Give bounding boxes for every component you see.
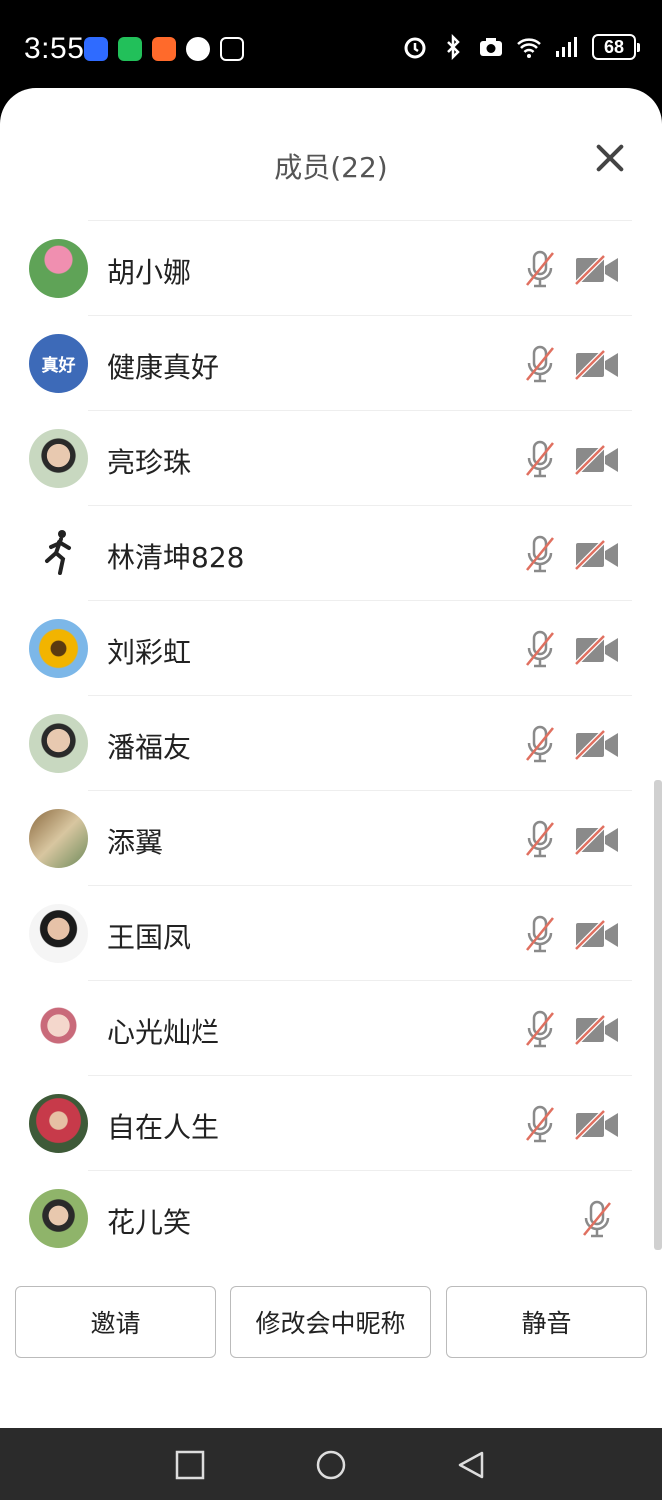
mic-muted-icon[interactable]	[523, 534, 557, 574]
scrollbar[interactable]	[654, 780, 662, 1250]
member-row[interactable]: 花儿笑	[0, 1171, 662, 1266]
nfc-icon	[220, 37, 244, 61]
member-name: 健康真好	[107, 351, 220, 384]
camera-off-icon[interactable]	[574, 729, 620, 761]
avatar	[29, 999, 88, 1058]
camera-off-icon[interactable]	[574, 254, 620, 286]
avatar	[29, 904, 88, 963]
battery-indicator: 68	[592, 34, 640, 60]
mic-muted-icon[interactable]	[580, 1199, 614, 1239]
member-row[interactable]: 潘福友	[0, 696, 662, 791]
home-button[interactable]	[316, 1450, 346, 1480]
rename-button[interactable]: 修改会中昵称	[230, 1286, 431, 1358]
avatar	[29, 429, 88, 488]
member-row[interactable]: 真好 健康真好	[0, 316, 662, 411]
recents-button[interactable]	[175, 1450, 205, 1480]
mic-muted-icon[interactable]	[523, 724, 557, 764]
camera-off-icon[interactable]	[574, 1109, 620, 1141]
signal-icon	[556, 37, 577, 57]
member-row[interactable]: 胡小娜	[0, 221, 662, 316]
camera-off-icon[interactable]	[574, 1014, 620, 1046]
member-row[interactable]: 亮珍珠	[0, 411, 662, 506]
members-sheet: 成员(22) 胡小娜 真好 健康真好 亮珍珠 林清坤828 刘彩虹 潘福友 添翼…	[0, 88, 662, 1428]
camera-off-icon[interactable]	[574, 539, 620, 571]
member-name: 心光灿烂	[107, 1016, 220, 1049]
qq-icon	[186, 37, 210, 61]
mic-muted-icon[interactable]	[523, 1009, 557, 1049]
member-row[interactable]: 林清坤828	[0, 506, 662, 601]
close-button[interactable]	[594, 142, 626, 174]
sheet-title: 成员(22)	[274, 151, 388, 184]
avatar	[29, 619, 88, 678]
member-name: 亮珍珠	[107, 446, 192, 479]
invite-button[interactable]: 邀请	[15, 1286, 216, 1358]
member-name: 刘彩虹	[107, 636, 192, 669]
camera-off-icon[interactable]	[574, 634, 620, 666]
member-name: 添翼	[107, 826, 164, 859]
mic-muted-icon[interactable]	[523, 914, 557, 954]
member-row[interactable]: 刘彩虹	[0, 601, 662, 696]
wifi-icon	[517, 38, 541, 58]
avatar	[29, 714, 88, 773]
mic-muted-icon[interactable]	[523, 439, 557, 479]
status-bar: 3:55 68	[0, 0, 662, 96]
member-name: 潘福友	[107, 731, 192, 764]
member-row[interactable]: 王国凤	[0, 886, 662, 981]
avatar	[29, 524, 88, 583]
notification-icons	[84, 37, 244, 61]
camera-off-icon[interactable]	[574, 349, 620, 381]
mic-muted-icon[interactable]	[523, 249, 557, 289]
member-name: 王国凤	[107, 921, 192, 954]
avatar	[29, 239, 88, 298]
back-button[interactable]	[456, 1450, 486, 1480]
avatar: 真好	[29, 334, 88, 393]
member-row[interactable]: 添翼	[0, 791, 662, 886]
avatar	[29, 1189, 88, 1248]
camera-off-icon[interactable]	[574, 824, 620, 856]
mute-button[interactable]: 静音	[446, 1286, 647, 1358]
camera-off-icon[interactable]	[574, 444, 620, 476]
system-status-icons: 68	[402, 34, 640, 60]
system-nav-bar	[0, 1428, 662, 1500]
member-name: 自在人生	[107, 1111, 220, 1144]
status-time: 3:55	[24, 32, 85, 65]
camera-off-icon[interactable]	[574, 919, 620, 951]
wechat-icon	[118, 37, 142, 61]
camera-icon	[480, 38, 502, 56]
alarm-icon	[404, 37, 426, 59]
member-name: 花儿笑	[107, 1206, 192, 1239]
mic-muted-icon[interactable]	[523, 344, 557, 384]
mic-muted-icon[interactable]	[523, 819, 557, 859]
member-name: 胡小娜	[107, 256, 192, 289]
mic-muted-icon[interactable]	[523, 1104, 557, 1144]
lark-icon	[84, 37, 108, 61]
bluetooth-icon	[447, 34, 460, 60]
mic-muted-icon[interactable]	[523, 629, 557, 669]
member-row[interactable]: 自在人生	[0, 1076, 662, 1171]
app-orange-icon	[152, 37, 176, 61]
member-row[interactable]: 心光灿烂	[0, 981, 662, 1076]
avatar	[29, 809, 88, 868]
member-list[interactable]: 胡小娜 真好 健康真好 亮珍珠 林清坤828 刘彩虹 潘福友 添翼 王国凤 心光…	[0, 221, 662, 1266]
avatar	[29, 1094, 88, 1153]
member-name: 林清坤828	[107, 541, 245, 574]
